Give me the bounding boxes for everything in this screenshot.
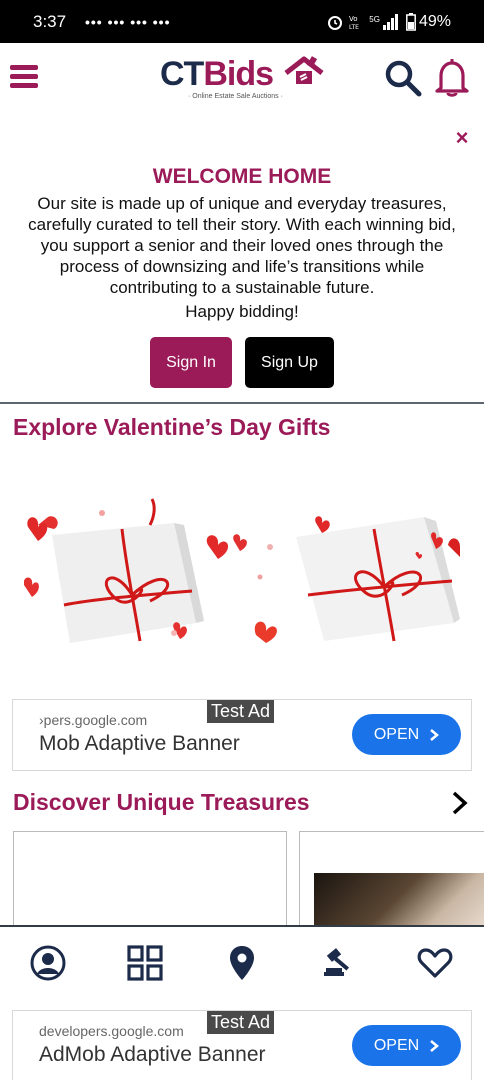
chevron-right-icon[interactable] bbox=[450, 789, 470, 817]
battery: 49% bbox=[406, 12, 451, 31]
ad-headline: AdMob Adaptive Banner bbox=[39, 1043, 266, 1066]
ad-open-button[interactable]: OPEN bbox=[352, 1025, 461, 1066]
battery-icon bbox=[406, 12, 416, 31]
svg-text:Vo: Vo bbox=[349, 15, 358, 23]
volte-icon: VoLTE bbox=[349, 15, 359, 30]
treasure-card[interactable] bbox=[299, 831, 484, 931]
treasure-card[interactable] bbox=[13, 831, 287, 931]
welcome-body: Our site is made up of unique and everyd… bbox=[28, 194, 456, 297]
status-indicators: Vo LTE 5G 49% bbox=[327, 12, 451, 31]
location-icon[interactable] bbox=[222, 943, 262, 983]
ad-url: ›pers.google.com bbox=[39, 712, 148, 728]
status-bar: 3:37 ••• ••• ••• ••• Vo LTE 5G 49% bbox=[0, 0, 484, 43]
house-gavel-icon bbox=[284, 56, 324, 84]
bell-icon[interactable] bbox=[433, 58, 471, 98]
logo-wordmark: CTBids bbox=[160, 55, 274, 94]
gift-boxes-illustration bbox=[24, 498, 460, 643]
bottom-navigation bbox=[0, 925, 484, 1007]
heart-icon[interactable] bbox=[415, 943, 455, 983]
discover-section-title[interactable]: Discover Unique Treasures bbox=[13, 789, 310, 816]
valentines-gifts-image[interactable] bbox=[24, 495, 460, 643]
ad-open-label: OPEN bbox=[373, 725, 420, 743]
ad-open-button[interactable]: OPEN bbox=[352, 714, 461, 755]
section-divider bbox=[0, 402, 484, 404]
welcome-happy-bidding: Happy bidding! bbox=[185, 302, 299, 321]
search-icon[interactable] bbox=[384, 59, 422, 97]
ad-url: developers.google.com bbox=[39, 1023, 184, 1039]
battery-percent: 49% bbox=[418, 12, 451, 30]
notification-dots: ••• ••• ••• ••• bbox=[85, 13, 171, 30]
valentines-section-title[interactable]: Explore Valentine’s Day Gifts bbox=[13, 414, 330, 441]
chevron-right-icon bbox=[430, 728, 440, 741]
logo-bids: Bids bbox=[203, 55, 274, 93]
test-ad-label: Test Ad bbox=[207, 1011, 275, 1034]
signal-icon bbox=[382, 13, 398, 30]
status-time: 3:37 bbox=[33, 11, 67, 31]
alarm-icon bbox=[328, 15, 343, 30]
test-ad-label: Test Ad bbox=[207, 700, 275, 723]
gavel-icon[interactable] bbox=[318, 943, 358, 983]
sign-up-button[interactable]: Sign Up bbox=[245, 337, 334, 388]
ad-headline: Mob Adaptive Banner bbox=[39, 732, 240, 755]
ad-banner-top[interactable]: ›pers.google.com Mob Adaptive Banner Tes… bbox=[12, 699, 472, 771]
network-label: 5G bbox=[369, 14, 380, 24]
app-header: CTBids · Online Estate Sale Auctions · bbox=[0, 43, 484, 115]
welcome-title: WELCOME HOME bbox=[152, 165, 332, 188]
treasure-card-image bbox=[314, 873, 484, 931]
ad-open-label: OPEN bbox=[373, 1036, 420, 1054]
account-icon[interactable] bbox=[28, 943, 68, 983]
logo-tagline: · Online Estate Sale Auctions · bbox=[188, 93, 283, 100]
chevron-right-icon bbox=[430, 1039, 440, 1052]
svg-text:LTE: LTE bbox=[349, 24, 359, 30]
hamburger-menu-icon[interactable] bbox=[10, 65, 38, 93]
close-icon[interactable]: × bbox=[452, 127, 472, 149]
grid-icon[interactable] bbox=[125, 943, 165, 983]
ad-banner-bottom[interactable]: developers.google.com AdMob Adaptive Ban… bbox=[12, 1010, 472, 1080]
logo-ct: CT bbox=[160, 55, 204, 93]
ctbids-logo[interactable]: CTBids · Online Estate Sale Auctions · bbox=[160, 55, 330, 103]
sign-in-button[interactable]: Sign In bbox=[150, 337, 232, 388]
